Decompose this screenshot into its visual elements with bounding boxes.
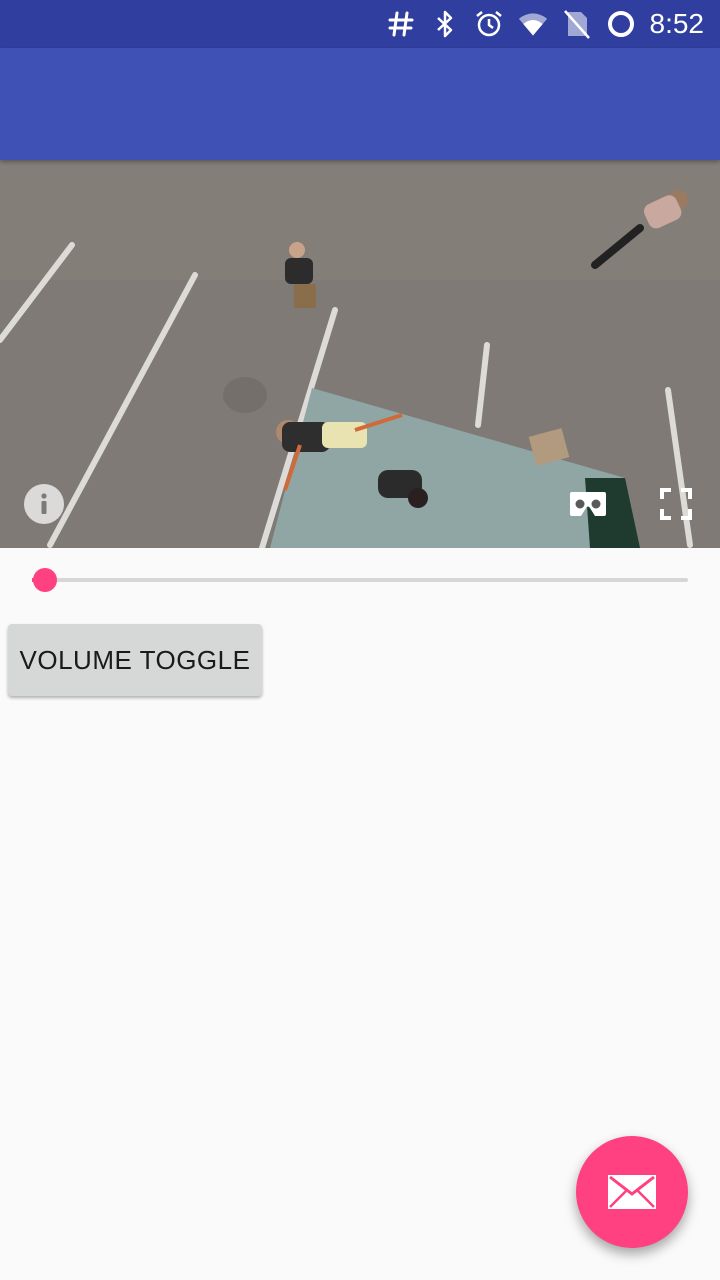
mail-icon [608, 1175, 656, 1209]
alarm-icon [474, 9, 504, 39]
hash-icon [386, 9, 416, 39]
status-time: 8:52 [649, 8, 705, 39]
no-sim-icon [562, 9, 592, 39]
vr-video-view[interactable] [0, 160, 720, 548]
fullscreen-button[interactable] [658, 486, 694, 522]
bluetooth-icon [430, 9, 460, 39]
seek-bar[interactable] [32, 564, 688, 596]
fullscreen-icon [660, 488, 692, 520]
info-button[interactable] [24, 484, 64, 524]
send-mail-fab[interactable] [576, 1136, 688, 1248]
seek-track [32, 578, 688, 582]
cardboard-icon [570, 492, 606, 516]
volume-toggle-button[interactable]: VOLUME TOGGLE [8, 624, 262, 696]
wifi-icon [518, 9, 548, 39]
status-icons: 8:52 [386, 0, 705, 48]
cardboard-button[interactable] [568, 488, 608, 520]
video-frame [0, 160, 720, 548]
app-bar [0, 48, 720, 160]
sync-icon [606, 9, 636, 39]
seek-thumb[interactable] [33, 568, 58, 592]
info-icon [41, 493, 47, 514]
status-bar: 8:52 [0, 0, 720, 48]
